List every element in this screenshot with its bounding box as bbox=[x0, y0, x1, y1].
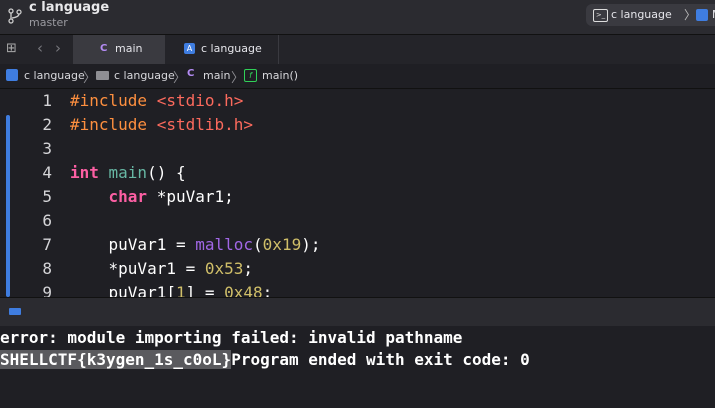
tab-main[interactable]: C main bbox=[73, 35, 165, 64]
code-token: *puVar1 = bbox=[70, 259, 205, 278]
code-token: ; bbox=[243, 259, 254, 278]
code-line[interactable]: 6 bbox=[0, 211, 715, 235]
chevron-right-icon: 〉 bbox=[684, 8, 697, 22]
breadcrumb-function[interactable]: main() bbox=[262, 69, 298, 82]
chevron-right-icon: 〉 bbox=[231, 71, 245, 86]
code-text: puVar1[1] = 0x48; bbox=[70, 283, 273, 297]
code-line[interactable]: 7 puVar1 = malloc(0x19); bbox=[0, 235, 715, 259]
line-number: 5 bbox=[42, 187, 52, 206]
title-bar: c language master >_ c language 〉 My bbox=[0, 0, 715, 34]
device-icon bbox=[696, 9, 708, 21]
terminal-icon: >_ bbox=[593, 9, 608, 22]
code-text: char *puVar1; bbox=[70, 187, 234, 206]
tab-c-language[interactable]: A c language bbox=[166, 35, 279, 64]
code-line[interactable]: 1 #include <stdio.h> bbox=[0, 91, 715, 115]
line-number: 3 bbox=[42, 139, 52, 158]
code-text: puVar1 = malloc(0x19); bbox=[70, 235, 321, 254]
console-toggle-icon[interactable] bbox=[9, 308, 21, 315]
code-editor[interactable]: 1 #include <stdio.h> 2 #include <stdlib.h> 3… bbox=[0, 89, 715, 297]
code-token: ( bbox=[253, 235, 263, 254]
code-line[interactable]: 3 bbox=[0, 139, 715, 163]
code-token: () { bbox=[147, 163, 186, 182]
breadcrumb-file[interactable]: main bbox=[203, 69, 230, 82]
code-token: 0x19 bbox=[262, 235, 302, 254]
code-line[interactable]: 4 int main() { bbox=[0, 163, 715, 187]
exit-message: Program ended with exit code: 0 bbox=[231, 350, 530, 369]
code-token: puVar1[ bbox=[70, 283, 176, 297]
tab-label: c language bbox=[201, 42, 262, 55]
code-token: <stdlib.h> bbox=[156, 115, 254, 134]
code-text: #include <stdlib.h> bbox=[70, 115, 253, 134]
code-line[interactable]: 8 *puVar1 = 0x53; bbox=[0, 259, 715, 283]
line-number: 7 bbox=[42, 235, 52, 254]
chevron-right-icon: 〉 bbox=[173, 71, 187, 86]
code-token: puVar1 = bbox=[70, 235, 196, 254]
breadcrumb-project[interactable]: c language bbox=[24, 69, 85, 82]
code-token: 0x53 bbox=[204, 259, 244, 278]
tab-bar: ⊞ ‹ › C main A c language bbox=[0, 34, 715, 65]
code-line[interactable]: 5 char *puVar1; bbox=[0, 187, 715, 211]
code-token: <stdio.h> bbox=[156, 91, 244, 110]
code-token: 0x48 bbox=[224, 283, 263, 297]
code-token: int bbox=[70, 163, 109, 182]
line-number: 8 bbox=[42, 259, 52, 278]
project-name[interactable]: c language bbox=[29, 0, 109, 15]
code-token: main bbox=[108, 163, 148, 182]
console-error-line: error: module importing failed: invalid … bbox=[0, 328, 463, 347]
code-token: char bbox=[108, 187, 148, 206]
code-token: malloc bbox=[195, 235, 254, 254]
code-token: ; bbox=[262, 283, 273, 297]
xcode-project-icon: A bbox=[184, 43, 195, 54]
related-items-grid-icon[interactable]: ⊞ bbox=[6, 42, 19, 55]
scheme-target-label: c language bbox=[611, 8, 672, 21]
chevron-right-icon: 〉 bbox=[83, 71, 97, 86]
console-output[interactable]: error: module importing failed: invalid … bbox=[0, 326, 715, 408]
line-number: 2 bbox=[42, 115, 52, 134]
code-token: #include bbox=[70, 91, 157, 110]
code-token: *puVar1; bbox=[147, 187, 234, 206]
branch-name[interactable]: master bbox=[29, 16, 68, 29]
code-text: int main() { bbox=[70, 163, 186, 182]
code-token: #include bbox=[70, 115, 157, 134]
c-file-icon: C bbox=[187, 68, 195, 79]
flag-text: SHELLCTF{k3ygen_1s_c0oL} bbox=[0, 350, 232, 369]
code-line[interactable]: 9 puVar1[1] = 0x48; bbox=[0, 283, 715, 297]
line-number: 1 bbox=[42, 91, 52, 110]
code-token: ] = bbox=[185, 283, 225, 297]
back-arrow-icon[interactable]: ‹ bbox=[37, 39, 43, 57]
jump-bar: c language 〉 c language 〉 C main 〉 f mai… bbox=[0, 64, 715, 89]
folder-icon bbox=[96, 71, 109, 80]
branch-icon[interactable] bbox=[8, 8, 22, 24]
code-text: #include <stdio.h> bbox=[70, 91, 243, 110]
code-token: 1 bbox=[175, 283, 186, 297]
breadcrumb-folder[interactable]: c language bbox=[114, 69, 175, 82]
function-icon: f bbox=[244, 69, 257, 82]
forward-arrow-icon[interactable]: › bbox=[55, 39, 61, 57]
code-line[interactable]: 2 #include <stdlib.h> bbox=[0, 115, 715, 139]
line-number: 9 bbox=[42, 283, 52, 297]
debug-area-bar bbox=[0, 297, 715, 327]
c-file-icon: C bbox=[100, 43, 108, 54]
scheme-selector[interactable]: >_ c language 〉 My bbox=[586, 4, 715, 26]
console-output-line: SHELLCTF{k3ygen_1s_c0oL}Program ended wi… bbox=[0, 350, 530, 369]
code-token: ); bbox=[301, 235, 321, 254]
code-text: *puVar1 = 0x53; bbox=[70, 259, 254, 278]
xcode-project-icon bbox=[6, 69, 18, 81]
tab-label: main bbox=[115, 42, 143, 55]
line-number: 6 bbox=[42, 211, 52, 230]
line-number: 4 bbox=[42, 163, 52, 182]
